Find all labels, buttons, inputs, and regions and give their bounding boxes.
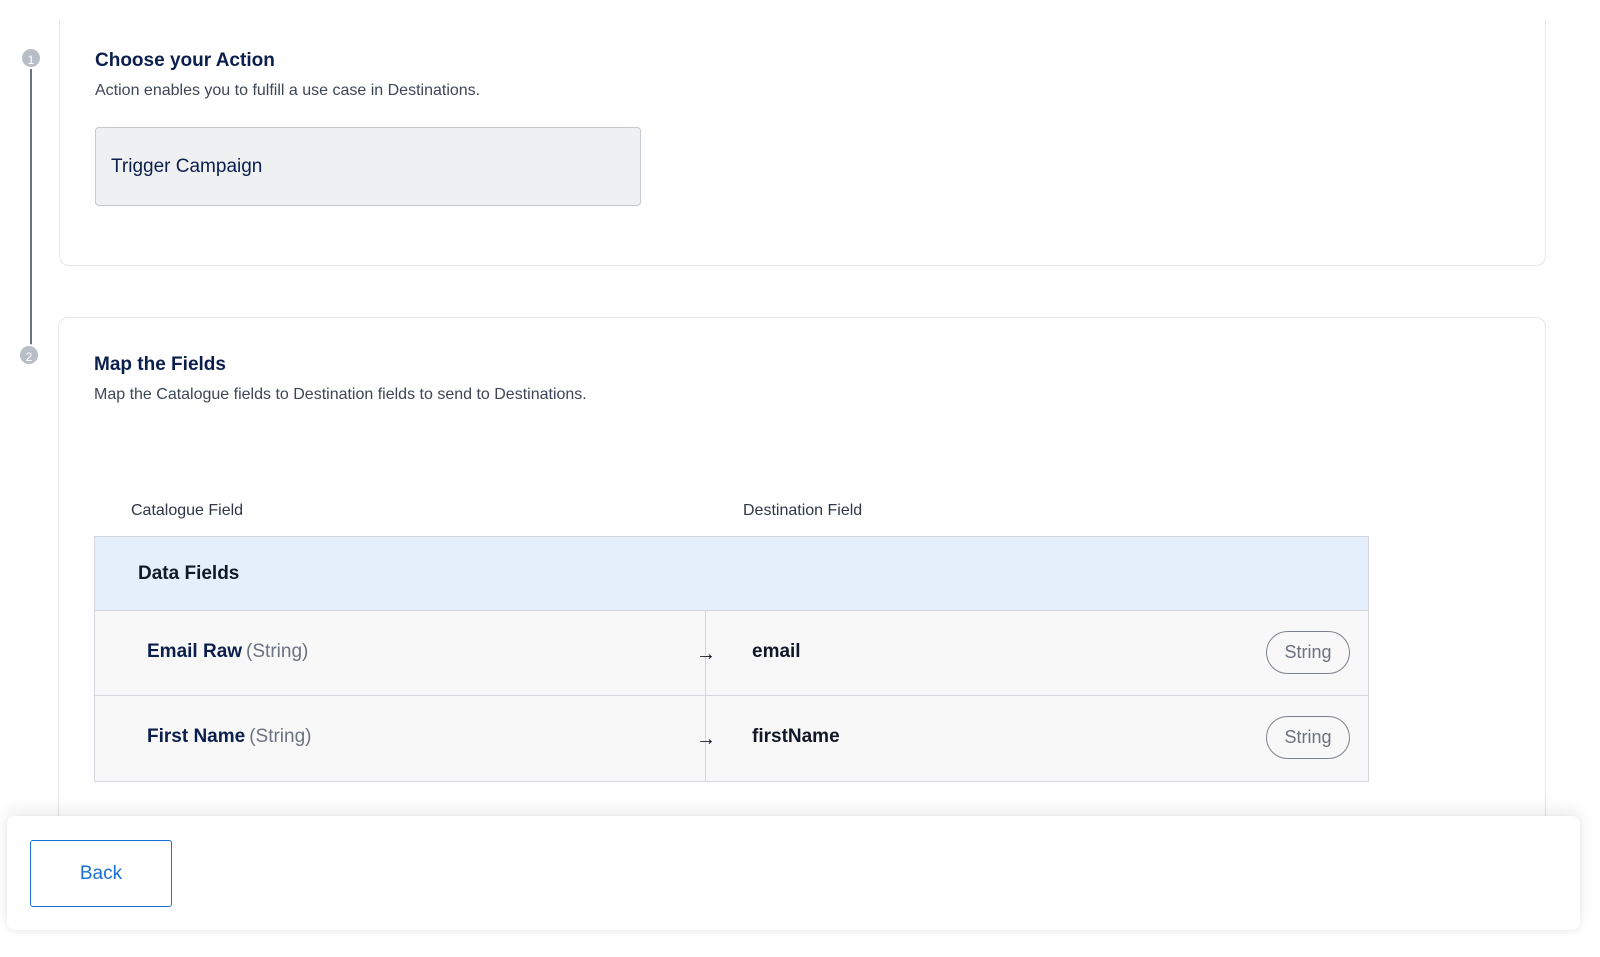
destination-type-badge: String <box>1266 631 1350 674</box>
choose-action-description: Action enables you to fulfill a use case… <box>95 82 481 99</box>
catalogue-field-type: (String) <box>246 641 309 662</box>
arrow-right-icon: → <box>696 643 716 665</box>
field-mapping-table: Data Fields Email Raw (String) → email St… <box>94 536 1369 782</box>
stepper-line <box>30 58 32 354</box>
step-2-indicator: 2 <box>18 344 40 366</box>
choose-action-title: Choose your Action <box>95 50 275 71</box>
catalogue-field-name: Email Raw (String) <box>147 641 308 663</box>
action-select-field[interactable]: Trigger Campaign <box>95 127 641 206</box>
mapping-row: Email Raw (String) → email String <box>95 611 1368 696</box>
map-fields-description: Map the Catalogue fields to Destination … <box>94 386 587 403</box>
catalogue-field-type: (String) <box>249 726 312 747</box>
back-button[interactable]: Back <box>30 840 172 907</box>
catalogue-field-label: First Name <box>147 726 246 747</box>
step-1-indicator: 1 <box>20 47 42 69</box>
catalogue-field-name: First Name (String) <box>147 726 312 748</box>
mapping-row: First Name (String) → firstName String <box>95 696 1368 781</box>
destination-field-name: email <box>752 641 801 662</box>
map-fields-title: Map the Fields <box>94 354 226 375</box>
destination-type-badge: String <box>1266 716 1350 759</box>
arrow-right-icon: → <box>696 728 716 750</box>
data-fields-group-header: Data Fields <box>95 537 1368 611</box>
footer-bar: Back <box>7 816 1580 930</box>
catalogue-field-header: Catalogue Field <box>131 502 244 519</box>
destination-field-name: firstName <box>752 726 840 747</box>
destination-field-header: Destination Field <box>743 502 863 519</box>
catalogue-field-label: Email Raw <box>147 641 243 662</box>
